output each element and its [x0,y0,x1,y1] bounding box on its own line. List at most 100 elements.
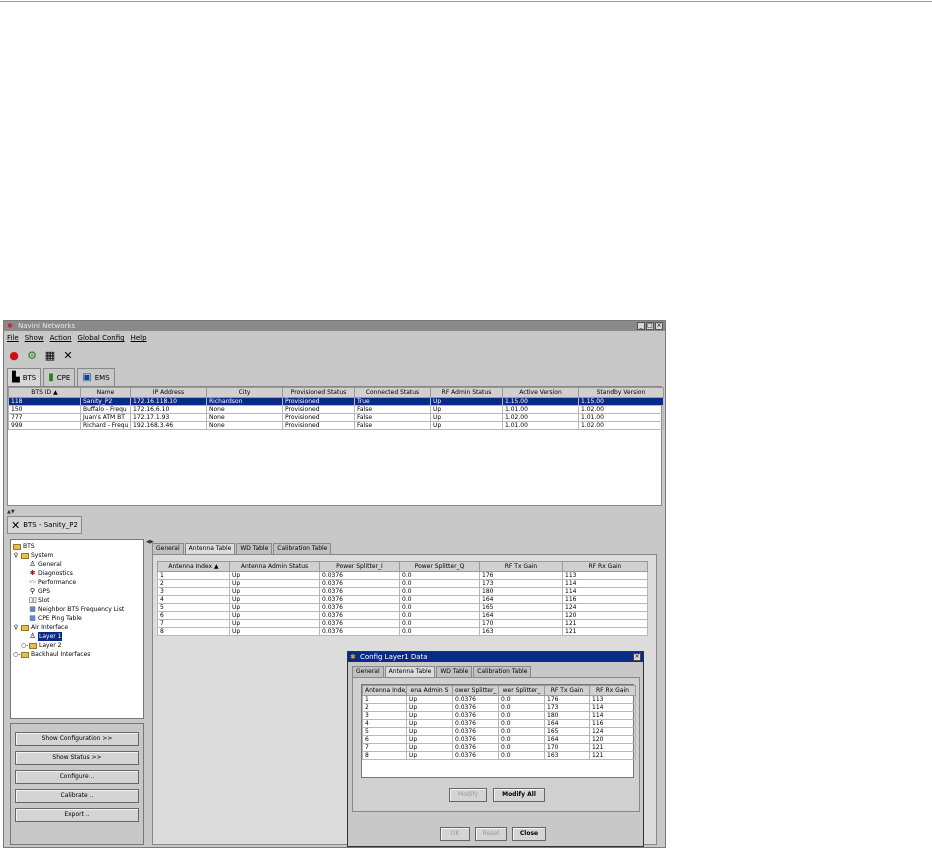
dialog-tab-general[interactable]: General [352,666,384,677]
menu-help[interactable]: Help [131,332,147,344]
col-rf-rx-gain[interactable]: RF Rx Gain [562,561,648,572]
col-ip[interactable]: IP Address [130,387,207,398]
table-row[interactable]: 3 Up 0.0376 0.0 180 114 [362,711,636,720]
vertical-splitter[interactable]: ◀▶ [146,539,154,845]
table-row[interactable]: 8 Up 0.0376 0.0 163 121 [157,627,648,636]
tree-node-performance[interactable]: 〰 Performance [13,578,141,587]
menu-show[interactable]: Show [25,332,44,344]
table-row[interactable]: 7 Up 0.0376 0.0 170 121 [157,619,648,628]
col-name[interactable]: Name [80,387,131,398]
tree-node-slot[interactable]: ▯▯ Slot [13,596,141,605]
tree-node-bts[interactable]: BTS [13,542,141,551]
reset-button[interactable]: Reset [475,827,507,841]
tab-general[interactable]: General [152,543,184,554]
table-row[interactable]: 1 Up 0.0376 0.0 176 113 [157,571,648,580]
dialog-col-antenna-index[interactable]: Antenna Inde▲ [362,685,407,696]
dialog-tab-calibration-table[interactable]: Calibration Table [473,666,532,677]
export-button[interactable]: Export .. [15,808,139,822]
tab-cpe[interactable]: ▮ CPE [43,368,76,386]
alarm-icon[interactable]: ● [7,348,21,362]
tree-node-layer2[interactable]: ○- Layer 2 [13,641,141,650]
col-antenna-index[interactable]: Antenna Index ▲ [157,561,230,572]
table-row[interactable]: 777 Juan's ATM BT 172.17.1.93 None Provision… [8,413,664,422]
table-row[interactable]: 4 Up 0.0376 0.0 164 116 [157,595,648,604]
col-antenna-admin-status[interactable]: Antenna Admin Status [229,561,320,572]
collapse-icon[interactable]: ○- [13,650,20,659]
grid-icon[interactable]: ▦ [43,348,57,362]
table-row[interactable]: 5 Up 0.0376 0.0 165 124 [157,603,648,612]
dialog-col-splitter-q[interactable]: wer Splitter_ [498,685,545,696]
configure-button[interactable]: Configure .. [15,770,139,784]
tree-node-system[interactable]: ♀ System [13,551,141,560]
toolbar: ● ⚙ ▦ ✕ [7,347,75,363]
table-row[interactable]: 150 Buffalo - Frequ 172.16.6.10 None Provisi… [8,405,664,414]
col-power-splitter-i[interactable]: Power Splitter_I [319,561,400,572]
table-row[interactable]: 6 Up 0.0376 0.0 164 120 [157,611,648,620]
col-bts-id[interactable]: BTS ID ▲ [8,387,81,398]
table-row[interactable]: 2 Up 0.0376 0.0 173 114 [157,579,648,588]
dialog-col-admin-status[interactable]: ena Admin S [406,685,453,696]
table-row[interactable]: 1 Up 0.0376 0.0 176 113 [362,695,636,704]
bts-detail-tab[interactable]: ✕ BTS - Sanity_P2 [7,516,82,534]
expand-icon[interactable]: ♀ [13,623,19,632]
dialog-col-rf-rx-gain[interactable]: RF Rx Gain [589,685,636,696]
tree-node-diagnostics[interactable]: ✱ Diagnostics [13,569,141,578]
maximize-button[interactable]: □ [646,322,654,330]
tab-bts[interactable]: ▙ BTS [7,368,42,386]
dialog-tab-wd-table[interactable]: WD Table [436,666,473,677]
col-active-version[interactable]: Active Version [502,387,579,398]
cell: 3 [362,711,407,720]
dialog-close-icon[interactable]: × [633,653,641,661]
table-row[interactable]: 2 Up 0.0376 0.0 173 114 [362,703,636,712]
menu-action[interactable]: Action [50,332,72,344]
cell: Up [406,727,453,736]
tree-node-gps[interactable]: ⚲ GPS [13,587,141,596]
tree-node-cpe-ping[interactable]: ▦ CPE Ping Table [13,614,141,623]
tab-antenna-table[interactable]: Antenna Table [184,543,236,554]
col-rf-tx-gain[interactable]: RF Tx Gain [479,561,563,572]
menu-global-config[interactable]: Global Config [78,332,125,344]
expand-icon[interactable]: ♀ [13,551,19,560]
table-row[interactable]: 3 Up 0.0376 0.0 180 114 [157,587,648,596]
table-row[interactable]: 5 Up 0.0376 0.0 165 124 [362,727,636,736]
table-row[interactable]: 4 Up 0.0376 0.0 164 116 [362,719,636,728]
ok-button[interactable]: OK [440,827,470,841]
col-standby-version[interactable]: Standby Version [578,387,664,398]
table-row[interactable]: 6 Up 0.0376 0.0 164 120 [362,735,636,744]
dialog-tab-antenna-table[interactable]: Antenna Table [384,666,436,677]
col-rf-admin[interactable]: RF Admin Status [430,387,503,398]
tree-node-air-interface[interactable]: ♀ Air Interface [13,623,141,632]
cell: 1 [157,571,230,580]
tab-calibration-table[interactable]: Calibration Table [273,543,332,554]
tab-ems[interactable]: ▣ EMS [77,368,115,386]
network-icon[interactable]: ⚙ [25,348,39,362]
modify-button[interactable]: Modify [449,788,487,802]
col-provisioned[interactable]: Provisioned Status [282,387,355,398]
table-row[interactable]: 999 Richard - Frequ 192.168.3.46 None Provis… [8,421,664,430]
tab-wd-table[interactable]: WD Table [236,543,273,554]
dialog-col-splitter-i[interactable]: ower Splitter_ [452,685,499,696]
calibrate-button[interactable]: Calibrate .. [15,789,139,803]
col-connected[interactable]: Connected Status [354,387,431,398]
table-row[interactable]: 7 Up 0.0376 0.0 170 121 [362,743,636,752]
panel-splitter[interactable]: ▲▼ [7,509,662,515]
cell: 121 [562,627,648,636]
tree-node-neighbor-bts[interactable]: ▦ Neighbor BTS Frequency List [13,605,141,614]
tree-node-backhaul[interactable]: ○- Backhaul Interfaces [13,650,141,659]
table-row[interactable]: 8 Up 0.0376 0.0 163 121 [362,751,636,760]
minimize-button[interactable]: _ [637,322,645,330]
table-row[interactable]: 118 Sanity_P2 172.16.118.10 Richardson Provi… [8,397,664,406]
dialog-col-rf-tx-gain[interactable]: RF Tx Gain [544,685,590,696]
tree-node-layer1[interactable]: ♙ Layer 1 [13,632,141,641]
col-city[interactable]: City [206,387,283,398]
show-configuration-button[interactable]: Show Configuration >> [15,732,139,746]
col-power-splitter-q[interactable]: Power Splitter_Q [399,561,480,572]
show-status-button[interactable]: Show Status >> [15,751,139,765]
menu-file[interactable]: File [7,332,19,344]
collapse-icon[interactable]: ○- [21,641,28,650]
modify-all-button[interactable]: Modify All [493,788,545,802]
tools-icon[interactable]: ✕ [61,348,75,362]
close-button[interactable]: Close [512,827,546,841]
close-window-button[interactable]: × [655,322,663,330]
tree-node-general[interactable]: ♙ General [13,560,141,569]
